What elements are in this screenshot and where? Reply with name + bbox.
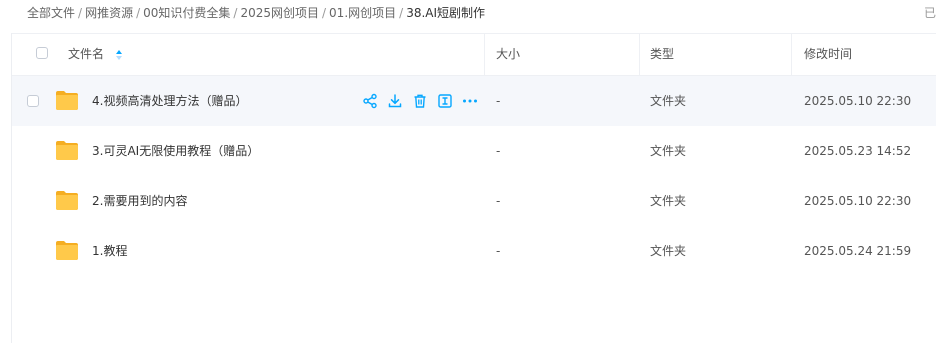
- delete-icon[interactable]: [412, 93, 428, 109]
- file-name[interactable]: 1.教程: [92, 226, 127, 276]
- table-row[interactable]: 1.教程 - 文件夹 2025.05.24 21:59: [12, 226, 936, 276]
- file-browser: 全部文件 / 网推资源/00知识付费全集/2025网创项目/01.网创项目/38.A…: [0, 0, 936, 343]
- file-modified-time: 2025.05.23 14:52: [804, 144, 912, 158]
- column-divider[interactable]: [639, 34, 640, 75]
- file-size: -: [496, 144, 501, 158]
- column-header-modified[interactable]: 修改时间: [804, 34, 852, 75]
- file-type: 文件夹: [650, 244, 687, 258]
- breadcrumb-all-files[interactable]: 全部文件: [27, 6, 75, 20]
- table-row[interactable]: 4.视频高清处理方法（赠品） - 文件夹 2025.05.10 22:30: [12, 76, 936, 126]
- column-header-size[interactable]: 大小: [496, 34, 520, 75]
- column-divider[interactable]: [791, 34, 792, 75]
- folder-icon: [56, 141, 78, 160]
- folder-icon: [56, 91, 78, 110]
- file-modified-time: 2025.05.24 21:59: [804, 244, 912, 258]
- breadcrumb: 全部文件 / 网推资源/00知识付费全集/2025网创项目/01.网创项目/38.A…: [27, 5, 485, 21]
- file-name[interactable]: 3.可灵AI无限使用教程（赠品）: [92, 126, 259, 176]
- table-row[interactable]: 2.需要用到的内容 - 文件夹 2025.05.10 22:30: [12, 176, 936, 226]
- select-all-checkbox[interactable]: [36, 47, 48, 59]
- file-size: -: [496, 194, 501, 208]
- breadcrumb-separator: /: [399, 6, 404, 20]
- file-type: 文件夹: [650, 144, 687, 158]
- breadcrumb-knowledge-collection[interactable]: 00知识付费全集: [143, 6, 230, 20]
- breadcrumb-2025-projects[interactable]: 2025网创项目: [240, 6, 319, 20]
- breadcrumb-separator: /: [78, 6, 83, 20]
- file-type: 文件夹: [650, 194, 687, 208]
- breadcrumb-separator: /: [233, 6, 238, 20]
- folder-icon: [56, 191, 78, 210]
- column-header-type[interactable]: 类型: [650, 34, 674, 75]
- sort-icon[interactable]: [115, 49, 123, 61]
- file-size: -: [496, 244, 501, 258]
- selection-status-text: 已: [924, 6, 936, 20]
- column-divider[interactable]: [484, 34, 485, 75]
- row-checkbox[interactable]: [27, 95, 39, 107]
- table-row[interactable]: 3.可灵AI无限使用教程（赠品） - 文件夹 2025.05.23 14:52: [12, 126, 936, 176]
- table-header: 文件名 大小 类型 修改时间: [12, 33, 936, 76]
- breadcrumb-separator: /: [136, 6, 141, 20]
- file-table: 文件名 大小 类型 修改时间 4.视频高清处理方法（赠品） - 文件夹 2025…: [12, 33, 936, 276]
- file-type: 文件夹: [650, 94, 687, 108]
- download-icon[interactable]: [387, 93, 403, 109]
- file-name[interactable]: 2.需要用到的内容: [92, 176, 187, 226]
- file-size: -: [496, 94, 501, 108]
- file-name[interactable]: 4.视频高清处理方法（赠品）: [92, 76, 247, 126]
- breadcrumb-current-folder: 38.AI短剧制作: [406, 6, 486, 20]
- more-icon[interactable]: [462, 93, 478, 109]
- breadcrumb-separator: /: [322, 6, 327, 20]
- share-icon[interactable]: [362, 93, 378, 109]
- breadcrumb-01-projects[interactable]: 01.网创项目: [329, 6, 396, 20]
- folder-icon: [56, 241, 78, 260]
- breadcrumb-web-resources[interactable]: 网推资源: [85, 6, 133, 20]
- rename-icon[interactable]: [437, 93, 453, 109]
- file-modified-time: 2025.05.10 22:30: [804, 94, 912, 108]
- column-header-name[interactable]: 文件名: [68, 34, 104, 75]
- file-modified-time: 2025.05.10 22:30: [804, 194, 912, 208]
